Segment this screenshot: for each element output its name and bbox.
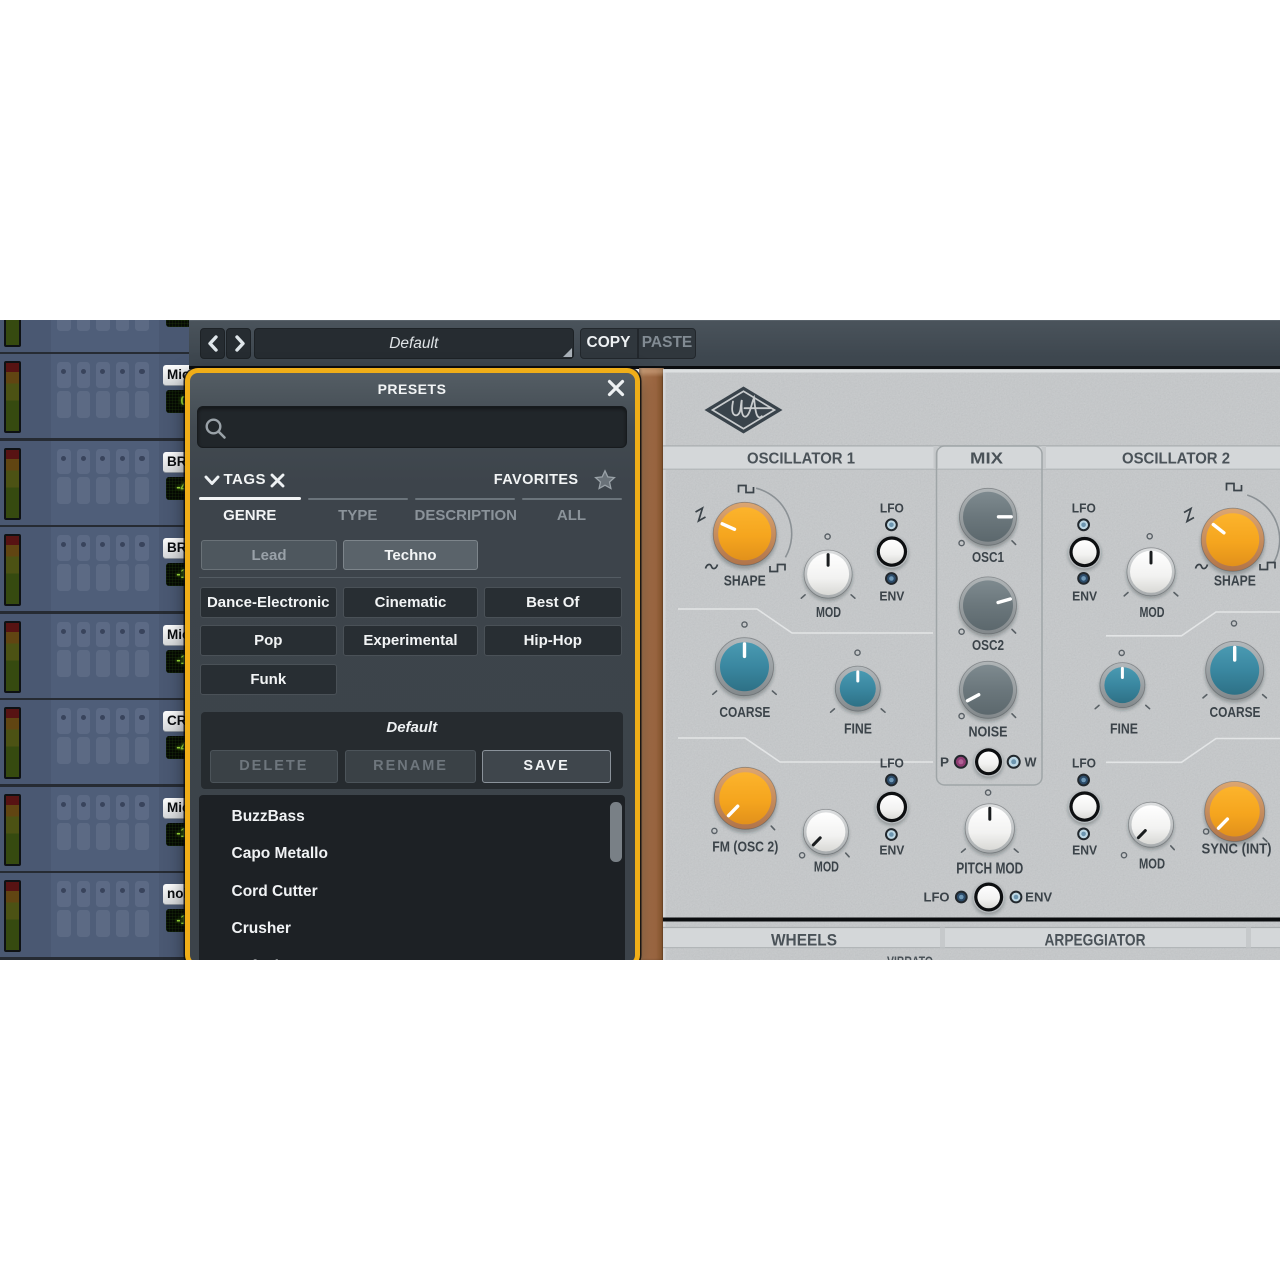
svg-text:LFO: LFO [880, 500, 904, 515]
svg-text:LFO: LFO [880, 755, 904, 770]
svg-text:ENV: ENV [1072, 588, 1097, 603]
svg-text:OSCILLATOR 2: OSCILLATOR 2 [1122, 450, 1230, 467]
svg-text:ENV: ENV [1072, 842, 1097, 857]
svg-text:LFO: LFO [924, 889, 950, 904]
svg-text:MOD: MOD [1140, 604, 1165, 621]
svg-text:SHAPE: SHAPE [724, 572, 766, 589]
svg-text:LFO: LFO [1072, 500, 1096, 515]
svg-text:MOD: MOD [1139, 855, 1165, 872]
svg-text:COARSE: COARSE [719, 704, 770, 721]
svg-text:ENV: ENV [1025, 889, 1052, 904]
svg-text:OSCILLATOR 1: OSCILLATOR 1 [747, 450, 855, 467]
svg-text:FM (OSC 2): FM (OSC 2) [712, 838, 778, 855]
svg-text:MOD: MOD [816, 604, 841, 621]
svg-text:MOD: MOD [814, 858, 839, 875]
svg-text:FINE: FINE [1110, 720, 1138, 737]
svg-text:FINE: FINE [844, 720, 872, 737]
svg-text:ENV: ENV [879, 842, 904, 857]
svg-text:MIX: MIX [970, 450, 1003, 467]
svg-text:SYNC (INT): SYNC (INT) [1202, 840, 1272, 857]
svg-text:OSC1: OSC1 [972, 550, 1004, 566]
svg-text:OSC2: OSC2 [972, 638, 1004, 654]
svg-text:VIBRATO: VIBRATO [887, 953, 933, 961]
svg-text:WHEELS: WHEELS [771, 930, 837, 949]
svg-text:SHAPE: SHAPE [1214, 572, 1256, 589]
svg-text:COARSE: COARSE [1210, 704, 1261, 721]
svg-text:ENV: ENV [879, 588, 904, 603]
svg-text:NOISE: NOISE [969, 723, 1008, 740]
svg-text:LFO: LFO [1072, 755, 1096, 770]
svg-text:W: W [1025, 754, 1038, 769]
svg-text:P: P [940, 754, 949, 769]
svg-text:ARPEGGIATOR: ARPEGGIATOR [1045, 930, 1146, 949]
svg-text:PITCH MOD: PITCH MOD [956, 860, 1023, 877]
